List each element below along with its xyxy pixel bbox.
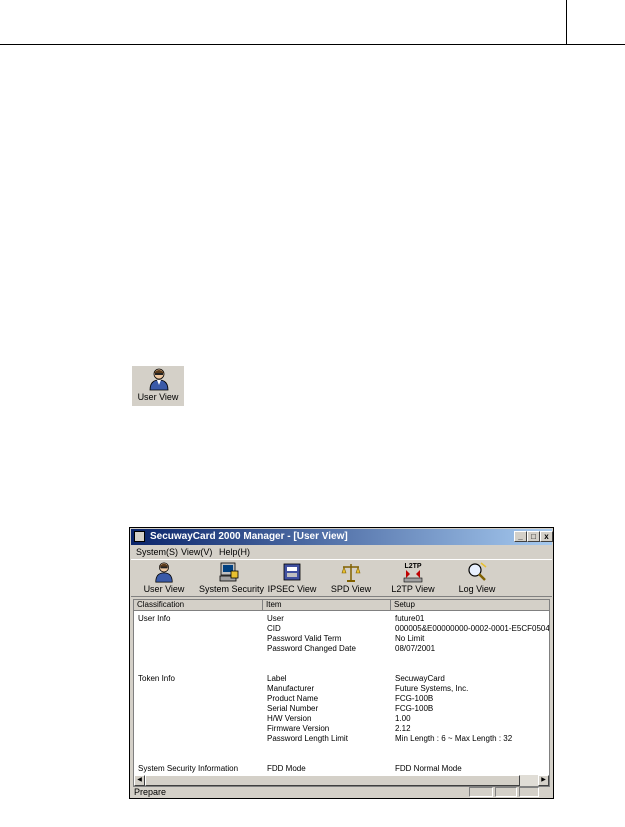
page-header-divider [566, 0, 567, 44]
toolbar-user-view[interactable]: User View [141, 561, 187, 595]
toolbar-ipsec-view[interactable]: IPSEC View [267, 561, 317, 595]
setup-cell[interactable]: Future Systems, Inc. [395, 684, 468, 694]
item-cell[interactable]: Firmware Version [267, 724, 329, 734]
item-cell[interactable]: Product Name [267, 694, 318, 704]
horizontal-scrollbar[interactable]: ◀ ▶ [134, 775, 549, 786]
item-cell[interactable]: User [267, 614, 284, 624]
window-title: SecuwayCard 2000 Manager - [User View] [150, 531, 348, 542]
toolbar-label: SPD View [330, 584, 372, 594]
user-icon [155, 562, 173, 583]
status-text: Prepare [134, 787, 167, 797]
setup-cell[interactable]: SecuwayCard [395, 674, 445, 684]
setup-cell[interactable]: Min Length : 6 ~ Max Length : 32 [395, 734, 512, 744]
toolbar-label: Log View [458, 584, 496, 594]
item-cell[interactable]: Password Valid Term [267, 634, 341, 644]
classification-cell: System Security Information [138, 764, 239, 773]
setup-cell[interactable]: future01 [395, 614, 424, 624]
status-pane [469, 787, 493, 797]
item-cell[interactable]: Manufacturer [267, 684, 314, 694]
toolbar-spd-view[interactable]: SPD View [327, 561, 375, 595]
item-cell[interactable]: Password Changed Date [267, 644, 356, 654]
item-cell[interactable]: Password Length Limit [267, 734, 348, 744]
scroll-left-arrow[interactable]: ◀ [134, 775, 145, 786]
column-header-item[interactable]: Item [263, 600, 391, 611]
classification-cell: User Info [138, 614, 171, 623]
minimize-button[interactable]: _ [514, 531, 527, 542]
setup-cell[interactable]: 000005&E00000000-0002-0001-E5CF0504 [395, 624, 549, 634]
column-header-setup[interactable]: Setup [391, 600, 549, 611]
maximize-button[interactable]: □ [527, 531, 540, 542]
item-cell[interactable]: Label [267, 674, 287, 684]
column-header-classification[interactable]: Classification [134, 600, 263, 611]
item-cell[interactable]: FDD Mode [267, 764, 306, 774]
toolbar-system-security[interactable]: System Security [199, 561, 265, 595]
toolbar-label: IPSEC View [267, 584, 317, 594]
app-window: SecuwayCard 2000 Manager - [User View] _… [129, 527, 554, 799]
item-cell[interactable]: H/W Version [267, 714, 311, 724]
toolbar-l2tp-view[interactable]: L2TP L2TP View [389, 561, 437, 595]
scroll-right-arrow[interactable]: ▶ [538, 775, 549, 786]
ipsec-icon [283, 563, 301, 581]
status-pane [495, 787, 517, 797]
setup-cell[interactable]: FDD Normal Mode [395, 764, 462, 774]
toolbar-label: System Security [199, 584, 265, 594]
setup-cell[interactable]: FCG-100B [395, 694, 433, 704]
menu-system[interactable]: System(S) [136, 547, 178, 557]
setup-cell[interactable]: 08/07/2001 [395, 644, 435, 654]
user-view-label: User View [137, 392, 179, 402]
menu-bar: System(S) View(V) Help(H) [131, 546, 552, 558]
toolbar: User View System Security IPSEC View SPD… [131, 559, 552, 597]
magnifier-icon [468, 562, 487, 581]
menu-view[interactable]: View(V) [181, 547, 212, 557]
toolbar-label: User View [143, 584, 185, 594]
toolbar-log-view[interactable]: Log View [453, 561, 501, 595]
user-icon [149, 368, 169, 391]
menu-help[interactable]: Help(H) [219, 547, 250, 557]
l2tp-icon: L2TP [403, 563, 423, 583]
system-security-icon [219, 562, 239, 582]
close-button[interactable]: x [540, 531, 553, 542]
classification-cell: Token Info [138, 674, 175, 683]
settings-list[interactable]: Classification Item Setup User Info User f… [133, 599, 550, 787]
status-bar: Prepare [131, 786, 552, 798]
setup-cell[interactable]: 1.00 [395, 714, 411, 724]
scales-icon [341, 564, 361, 582]
l2tp-badge: L2TP [404, 563, 421, 570]
title-bar[interactable]: SecuwayCard 2000 Manager - [User View] _… [131, 529, 553, 545]
item-cell[interactable]: Serial Number [267, 704, 318, 714]
app-icon[interactable] [134, 531, 145, 542]
user-view-button-illustration[interactable]: User View [132, 366, 184, 406]
setup-cell[interactable]: FCG-100B [395, 704, 433, 714]
setup-cell[interactable]: No Limit [395, 634, 424, 644]
setup-cell[interactable]: 2.12 [395, 724, 411, 734]
toolbar-label: L2TP View [391, 584, 435, 594]
scroll-thumb[interactable] [145, 775, 520, 786]
status-pane [519, 787, 539, 797]
item-cell[interactable]: CID [267, 624, 281, 634]
page-header-rule [0, 44, 625, 45]
